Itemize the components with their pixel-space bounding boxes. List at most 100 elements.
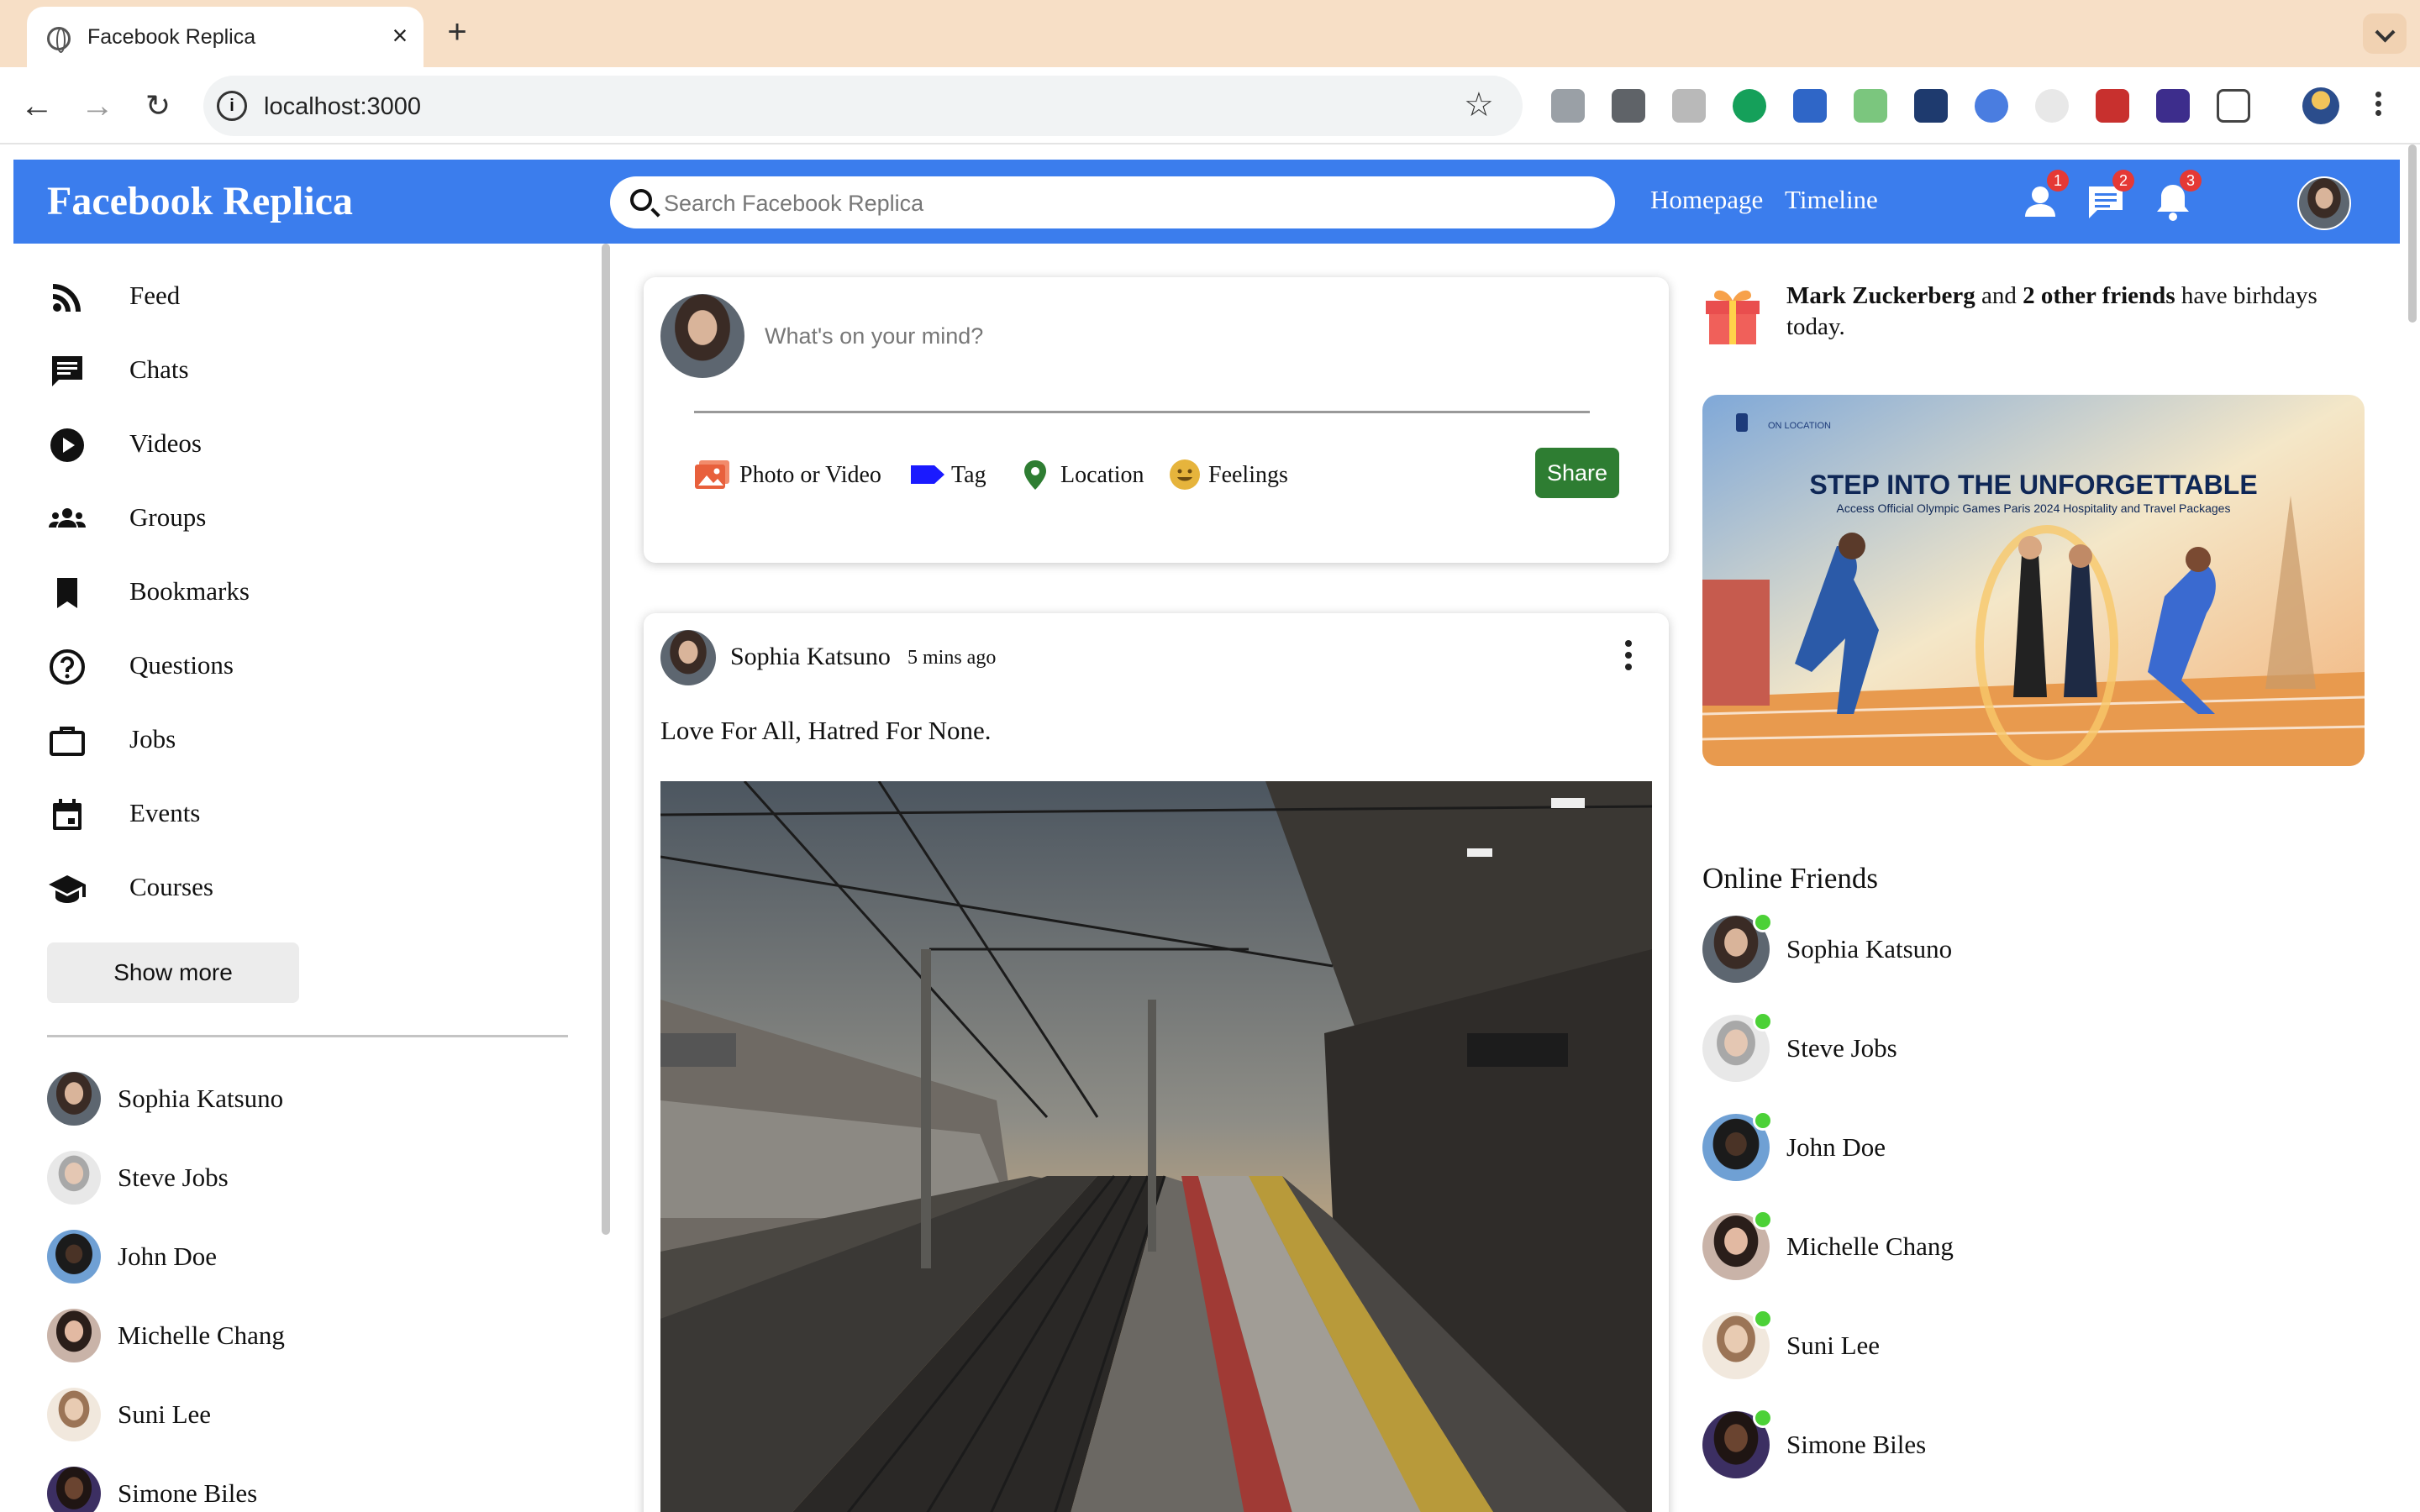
location-option[interactable]: Location (1017, 454, 1151, 496)
show-more-button[interactable]: Show more (47, 942, 299, 1003)
bookmark-star-icon[interactable]: ☆ (1464, 86, 1494, 124)
timeline-link[interactable]: Timeline (1785, 185, 1878, 215)
tab-search-button[interactable] (2363, 13, 2407, 54)
extension-clock-icon[interactable] (1975, 89, 2008, 123)
extension-color-icon[interactable] (2156, 89, 2190, 123)
friend-requests-icon[interactable]: 1 (2017, 170, 2069, 225)
sidebar-item-feed[interactable]: Feed (47, 265, 518, 326)
tag-option[interactable]: Tag (909, 454, 1002, 496)
sidebar-friend[interactable]: Simone Biles (47, 1460, 551, 1512)
search-icon (630, 189, 652, 211)
sidebar-friend[interactable]: Suni Lee (47, 1381, 551, 1448)
friend-name: Simone Biles (1786, 1430, 1927, 1459)
calendar-icon (53, 799, 82, 830)
sidebar-item-groups[interactable]: Groups (47, 487, 518, 548)
share-button[interactable]: Share (1535, 448, 1619, 498)
post-timestamp: 5 mins ago (908, 647, 997, 669)
search-input[interactable]: Search Facebook Replica (664, 191, 923, 217)
sidebar-scrollbar[interactable] (602, 244, 610, 1235)
extension-red-icon[interactable] (2096, 89, 2129, 123)
extension-search-icon[interactable] (1551, 89, 1585, 123)
browser-menu-icon[interactable] (2370, 89, 2386, 123)
sidebar-item-questions[interactable]: Questions (47, 635, 518, 696)
play-circle-icon (50, 428, 84, 462)
online-status-dot (1753, 1408, 1773, 1428)
online-friend[interactable]: Suni Lee (1702, 1309, 2291, 1384)
photo-video-option[interactable]: Photo or Video (694, 454, 887, 496)
extension-dictionary-icon[interactable] (1793, 89, 1827, 123)
browser-toolbar: ← → ↻ i localhost:3000 ☆ (0, 67, 2420, 144)
extension-translate-icon[interactable] (1672, 89, 1706, 123)
sidebar-item-events[interactable]: Events (47, 783, 518, 843)
sidebar-friend[interactable]: John Doe (47, 1223, 551, 1290)
sidebar-friend[interactable]: Steve Jobs (47, 1144, 551, 1211)
sidebar-item-jobs[interactable]: Jobs (47, 709, 518, 769)
brand-logo[interactable]: Facebook Replica (47, 178, 353, 224)
extension-toktogi-icon[interactable] (1854, 89, 1887, 123)
option-label: Feelings (1208, 462, 1288, 488)
feelings-option[interactable]: Feelings (1166, 454, 1301, 496)
address-bar[interactable]: i localhost:3000 ☆ (203, 76, 1523, 136)
online-friend[interactable]: Michelle Chang (1702, 1210, 2291, 1285)
train-station-image (660, 781, 1652, 1512)
avatar (47, 1388, 101, 1441)
extension-incognito-icon[interactable] (1612, 89, 1645, 123)
sidebar-item-label: Events (129, 798, 201, 827)
bookmark-icon (57, 578, 77, 608)
birthday-others[interactable]: 2 other friends (2023, 282, 2175, 309)
friend-name: Michelle Chang (1786, 1231, 1954, 1261)
page-scrollbar[interactable] (2408, 144, 2417, 323)
sidebar-friend[interactable]: Michelle Chang (47, 1302, 551, 1369)
profile-avatar[interactable] (2297, 176, 2351, 230)
forward-icon[interactable]: → (77, 86, 118, 126)
messages-icon[interactable]: 2 (2082, 170, 2134, 225)
ad-tag: ON LOCATION (1768, 421, 1831, 431)
extension-shield-icon[interactable] (1914, 89, 1948, 123)
post-author[interactable]: Sophia Katsuno (730, 643, 891, 671)
online-friend[interactable]: John Doe (1702, 1110, 2291, 1186)
sidebar-item-label: Groups (129, 502, 207, 532)
friend-name: John Doe (1786, 1132, 1886, 1162)
extension-list-icon[interactable] (2035, 89, 2069, 123)
notifications-icon[interactable]: 3 (2149, 170, 2202, 225)
sidebar-item-courses[interactable]: Courses (47, 857, 518, 917)
new-tab-button[interactable]: + (439, 13, 476, 50)
post-photo[interactable] (660, 781, 1652, 1512)
browser-tab[interactable]: Facebook Replica × (27, 7, 424, 67)
option-label: Photo or Video (739, 462, 881, 488)
sidebar-item-label: Chats (129, 354, 189, 384)
online-friend[interactable]: Simone Biles (1702, 1408, 2291, 1483)
address-url[interactable]: localhost:3000 (264, 93, 421, 121)
post-text: Love For All, Hatred For None. (660, 716, 992, 745)
close-tab-icon[interactable]: × (383, 18, 417, 52)
sidebar-item-chats[interactable]: Chats (47, 339, 518, 400)
more-options-icon[interactable] (1623, 640, 1634, 677)
avatar (47, 1467, 101, 1512)
sidebar-item-bookmarks[interactable]: Bookmarks (47, 561, 518, 622)
reload-icon[interactable]: ↻ (138, 86, 178, 126)
back-icon[interactable]: ← (17, 86, 57, 126)
help-circle-icon (50, 649, 85, 685)
left-sidebar: Feed Chats Videos Groups Bookmarks Quest… (13, 244, 602, 1512)
extensions-puzzle-icon[interactable] (2217, 89, 2250, 123)
app-header: Facebook Replica Search Facebook Replica… (13, 160, 2400, 244)
avatar (47, 1230, 101, 1284)
online-friend[interactable]: Sophia Katsuno (1702, 912, 2291, 988)
browser-profile-avatar[interactable] (2302, 87, 2339, 124)
online-friend[interactable]: Steve Jobs (1702, 1011, 2291, 1087)
status-input[interactable]: What's on your mind? (765, 323, 983, 349)
groups-icon (49, 508, 86, 528)
search-bar[interactable]: Search Facebook Replica (610, 176, 1615, 228)
site-info-icon[interactable]: i (217, 91, 247, 121)
birthday-joiner: and (1975, 282, 2023, 309)
ad-subline: Access Official Olympic Games Paris 2024… (1837, 501, 2231, 515)
sidebar-item-videos[interactable]: Videos (47, 413, 518, 474)
avatar[interactable] (660, 630, 716, 685)
ad-banner[interactable]: ON LOCATION STEP INTO THE UNFORGETTABLE … (1702, 395, 2365, 766)
sidebar-friend[interactable]: Sophia Katsuno (47, 1065, 551, 1132)
school-icon (49, 875, 86, 903)
birthday-name[interactable]: Mark Zuckerberg (1786, 282, 1975, 309)
friend-name: Suni Lee (1786, 1331, 1881, 1360)
homepage-link[interactable]: Homepage (1650, 185, 1763, 215)
extension-grammarly-icon[interactable] (1733, 89, 1766, 123)
